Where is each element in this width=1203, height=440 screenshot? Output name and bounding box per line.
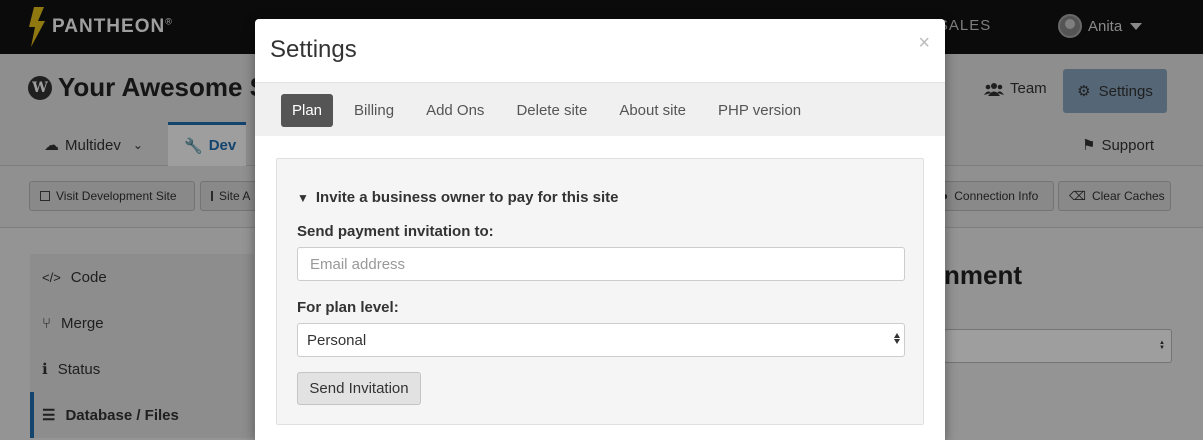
invite-summary-label: Invite a business owner to pay for this … <box>315 189 619 206</box>
invite-disclosure-toggle[interactable]: ▼ Invite a business owner to pay for thi… <box>297 189 618 206</box>
triangle-down-icon: ▼ <box>297 190 309 205</box>
plan-level-value: Personal <box>307 331 367 349</box>
plan-level-label: For plan level: <box>297 299 399 316</box>
select-arrows-icon <box>894 333 900 344</box>
close-icon[interactable]: × <box>918 32 930 55</box>
plan-level-select[interactable]: Personal <box>297 323 905 357</box>
send-invitation-button[interactable]: Send Invitation <box>297 372 421 405</box>
tab-about-site[interactable]: About site <box>608 94 697 127</box>
send-to-label: Send payment invitation to: <box>297 223 494 240</box>
tab-plan[interactable]: Plan <box>281 94 334 127</box>
settings-modal: Settings × Plan Billing Add Ons Delete s… <box>255 19 945 440</box>
modal-header: Settings × <box>255 19 945 83</box>
tab-php-version[interactable]: PHP version <box>707 94 812 127</box>
tab-add-ons[interactable]: Add Ons <box>415 94 495 127</box>
modal-title: Settings <box>270 36 357 63</box>
tab-delete-site[interactable]: Delete site <box>505 94 598 127</box>
settings-tab-bar: Plan Billing Add Ons Delete site About s… <box>255 83 945 136</box>
tab-billing[interactable]: Billing <box>343 94 405 127</box>
email-field[interactable] <box>297 247 905 281</box>
invite-panel: ▼ Invite a business owner to pay for thi… <box>276 158 924 425</box>
